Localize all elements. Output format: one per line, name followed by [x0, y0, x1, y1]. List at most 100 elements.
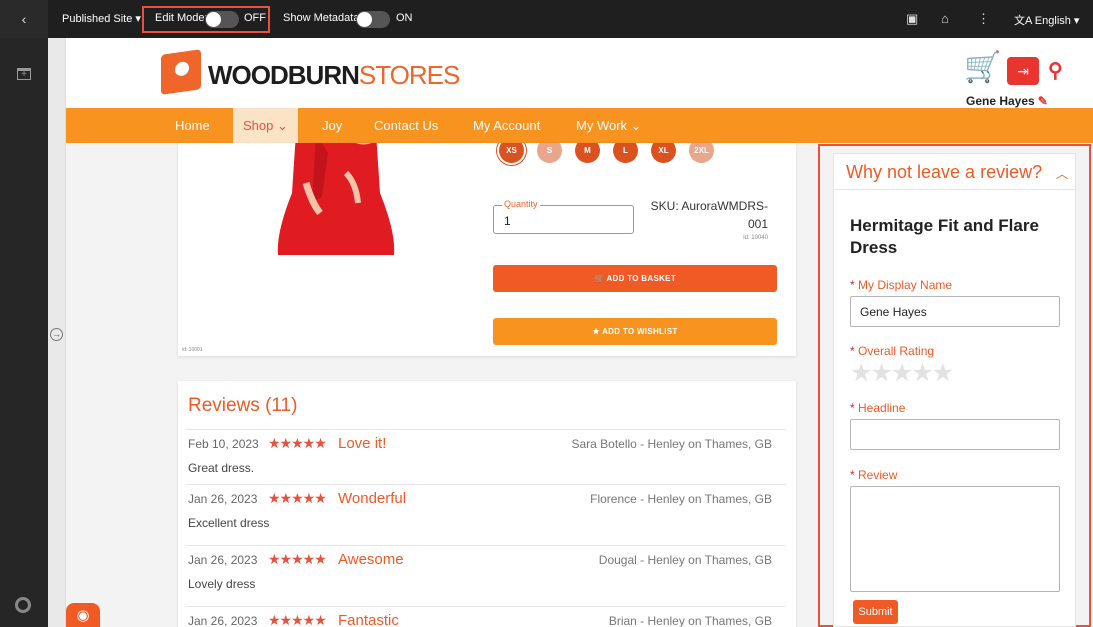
review-date: Feb 10, 2023	[188, 437, 259, 451]
product-image	[277, 143, 395, 255]
sku: SKU: AuroraWMDRS- 001	[648, 197, 768, 233]
help-icon[interactable]	[15, 597, 31, 613]
logout-icon: ⇥	[1017, 63, 1029, 79]
review-item: Jan 26, 2023 ★★★★★ Wonderful Florence - …	[186, 484, 786, 545]
left-rail: +	[0, 38, 48, 627]
edit-mode-label: Edit Mode:	[155, 12, 208, 24]
show-metadata-toggle[interactable]	[356, 11, 390, 28]
display-name-field[interactable]: Gene Hayes	[850, 296, 1060, 327]
size-option[interactable]: XS	[499, 143, 524, 163]
required-mark: *	[850, 278, 855, 292]
site-logo[interactable]: WOODBURNSTORES	[208, 60, 460, 91]
review-headline: Awesome	[338, 551, 404, 568]
search-icon[interactable]: ⚲	[1048, 58, 1070, 82]
review-item: Feb 10, 2023 ★★★★★ Love it! Sara Botello…	[186, 429, 786, 484]
size-option[interactable]: 2XL	[689, 143, 714, 163]
review-author: Sara Botello - Henley on Thames, GB	[571, 437, 772, 451]
user-name-label: Gene Hayes	[966, 94, 1035, 108]
required-mark: *	[850, 401, 855, 415]
overall-rating-text: Overall Rating	[858, 344, 935, 358]
review-author: Florence - Henley on Thames, GB	[590, 492, 772, 506]
edit-profile-icon[interactable]: ✎	[1038, 94, 1048, 108]
expand-panel-icon[interactable]: →	[50, 328, 63, 341]
review-headline: Wonderful	[338, 490, 407, 507]
logo-primary: WOODBURN	[208, 60, 360, 90]
reviews-card: Reviews (11) Feb 10, 2023 ★★★★★ Love it!…	[178, 381, 796, 627]
add-to-basket-button[interactable]: 🛒 ADD TO BASKET	[493, 265, 777, 292]
published-site-dropdown[interactable]: Published Site ▾	[62, 12, 141, 25]
review-stars: ★★★★★	[268, 490, 327, 506]
headline-text: Headline	[858, 401, 906, 415]
product-card: XS S M L XL 2XL Quantity 1 SKU: AuroraWM…	[178, 143, 796, 356]
quantity-field[interactable]: Quantity 1	[493, 199, 634, 234]
toggle-knob	[357, 12, 372, 27]
basket-icon: 🛒	[593, 274, 607, 283]
nav-item-contact-us[interactable]: Contact Us	[374, 118, 438, 133]
size-option[interactable]: L	[613, 143, 638, 163]
more-vertical-icon[interactable]: ⋮	[977, 11, 990, 27]
quantity-value: 1	[504, 214, 511, 228]
nav-item-home[interactable]: Home	[175, 118, 210, 133]
quantity-label: Quantity	[502, 199, 540, 209]
rating-stars[interactable]: ★★★★★	[850, 358, 954, 388]
chevron-up-icon[interactable]: ︿	[1056, 165, 1068, 182]
show-metadata-state: ON	[396, 12, 413, 24]
preview-eye-icon[interactable]: ◉	[66, 603, 100, 627]
review-form-header[interactable]: Why not leave a review? ︿	[834, 154, 1075, 190]
review-date: Jan 26, 2023	[188, 553, 258, 567]
add-to-wishlist-button[interactable]: ★ ADD TO WISHLIST	[493, 318, 777, 345]
toggle-knob	[206, 12, 221, 27]
review-author: Dougal - Henley on Thames, GB	[598, 553, 772, 567]
reviews-title: Reviews (11)	[188, 395, 298, 416]
user-name[interactable]: Gene Hayes ✎	[966, 94, 1048, 108]
submit-button[interactable]: Submit	[853, 600, 898, 624]
required-mark: *	[850, 344, 855, 358]
language-selector[interactable]: 文A English ▾	[1014, 12, 1079, 28]
display-name-text: My Display Name	[858, 278, 953, 292]
review-form-panel: Why not leave a review? ︿ Hermitage Fit …	[833, 153, 1076, 627]
logo-secondary: STORES	[358, 60, 460, 90]
review-stars: ★★★★★	[268, 612, 327, 627]
display-name-label: * My Display Name	[850, 278, 952, 292]
size-option[interactable]: S	[537, 143, 562, 163]
review-item: Jan 26, 2023 ★★★★★ Fantastic Brian - Hen…	[186, 606, 786, 627]
review-date: Jan 26, 2023	[188, 614, 258, 627]
size-option[interactable]: XL	[651, 143, 676, 163]
sku-line-2: 001	[747, 217, 768, 231]
chevron-left-icon: ‹	[21, 11, 27, 27]
review-headline: Love it!	[338, 435, 387, 452]
overall-rating-label: * Overall Rating	[850, 344, 934, 358]
edit-mode-state: OFF	[244, 12, 266, 24]
nav-item-my-account[interactable]: My Account	[473, 118, 540, 133]
add-component-icon[interactable]: +	[17, 68, 31, 80]
edit-mode-toggle[interactable]	[205, 11, 239, 28]
home-icon[interactable]: ⌂	[941, 11, 949, 26]
review-body: Excellent dress	[188, 516, 270, 530]
review-text: Review	[858, 468, 898, 482]
nav-item-shop[interactable]: Shop ⌄	[233, 108, 298, 143]
card-id: id: 10001	[182, 347, 203, 353]
back-button[interactable]: ‹	[0, 0, 48, 38]
nav-item-joy[interactable]: Joy	[322, 118, 342, 133]
nav-item-my-work[interactable]: My Work ⌄	[576, 118, 642, 134]
review-item: Jan 26, 2023 ★★★★★ Awesome Dougal - Henl…	[186, 545, 786, 606]
size-option[interactable]: M	[575, 143, 600, 163]
review-textarea[interactable]	[850, 486, 1060, 592]
admin-toolbar: ‹ Published Site ▾ Edit Mode: OFF Show M…	[0, 0, 1093, 38]
review-product-name: Hermitage Fit and Flare Dress	[850, 216, 1039, 257]
logo-box-icon[interactable]	[161, 49, 201, 95]
main-nav: Home Shop ⌄ Joy Contact Us My Account My…	[66, 108, 1093, 143]
headline-field[interactable]	[850, 419, 1060, 450]
logout-button[interactable]: ⇥	[1007, 57, 1039, 85]
review-headline: Fantastic	[338, 612, 399, 627]
review-body: Lovely dress	[188, 577, 256, 591]
review-stars: ★★★★★	[268, 551, 327, 567]
review-body: Great dress.	[188, 461, 255, 475]
star-icon: ★	[592, 327, 603, 336]
cart-icon[interactable]: 🛒	[964, 53, 1001, 83]
site-header: WOODBURNSTORES 🛒 ⇥ ⚲ Gene Hayes ✎	[66, 38, 1093, 108]
sku-line-1: SKU: AuroraWMDRS-	[650, 199, 768, 213]
calendar-icon[interactable]: ▣	[906, 11, 918, 27]
review-label: * Review	[850, 468, 897, 482]
size-selector: XS S M L XL 2XL	[499, 143, 714, 163]
